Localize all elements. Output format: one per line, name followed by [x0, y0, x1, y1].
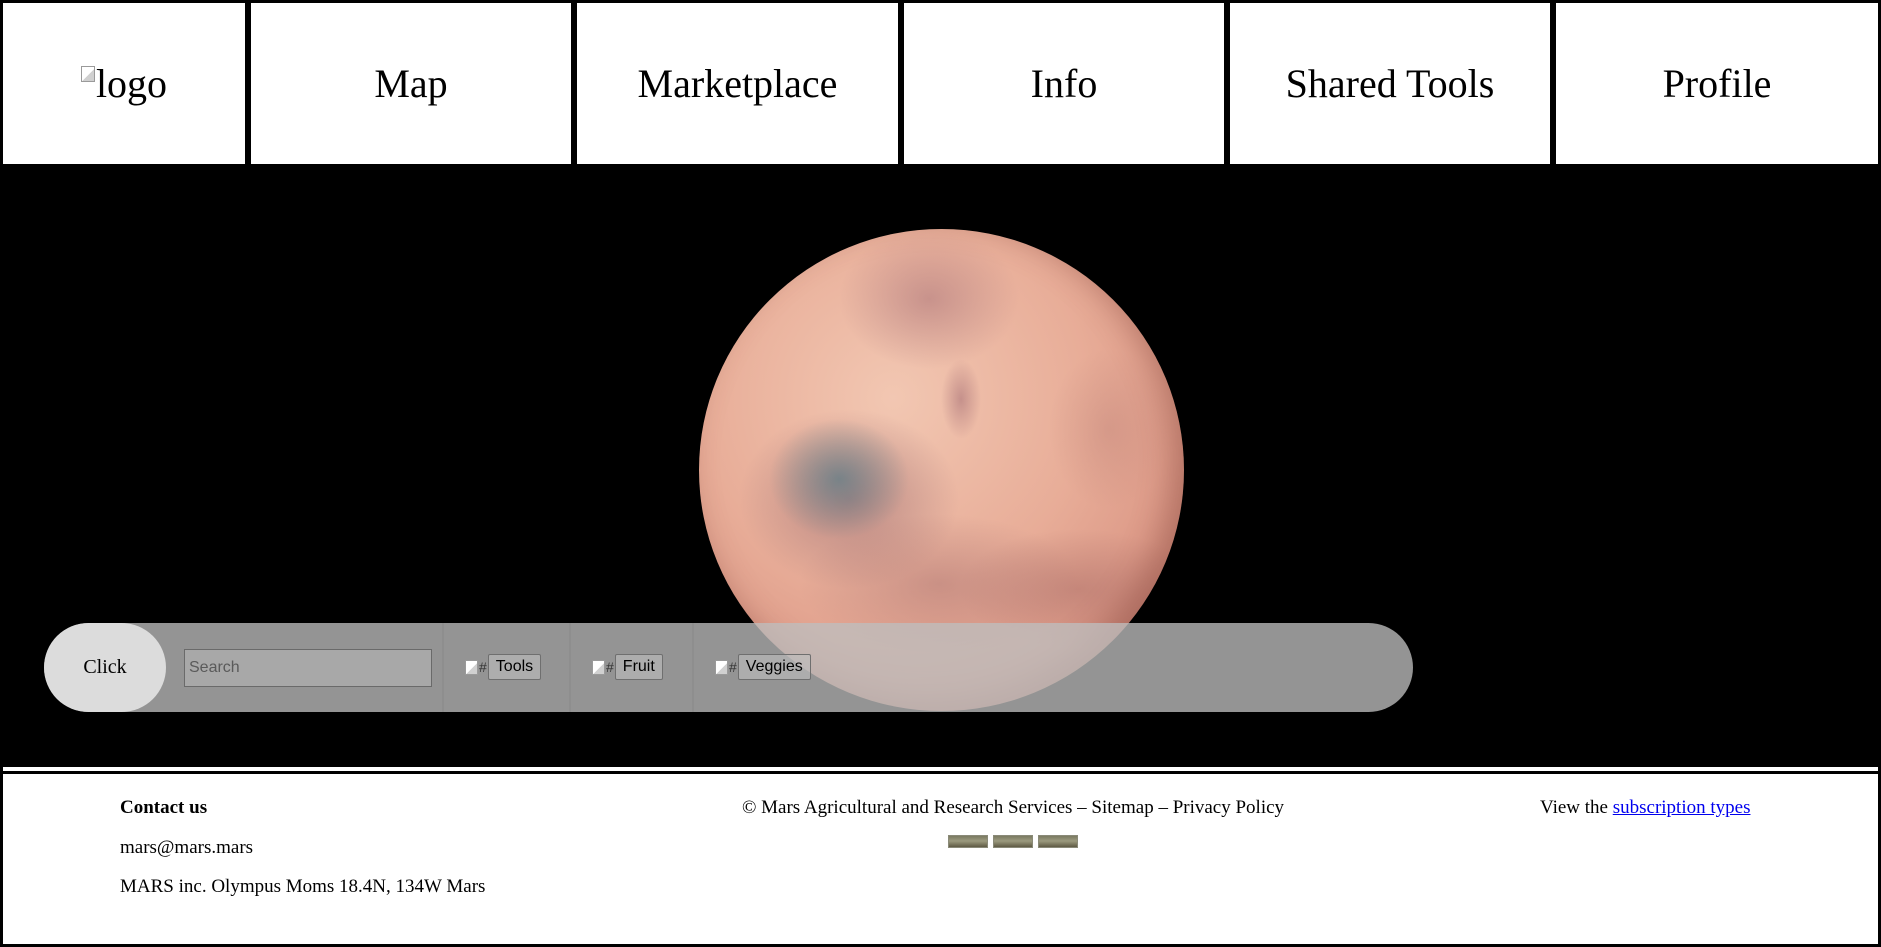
footer: Contact us mars@mars.mars MARS inc. Olym… [3, 774, 1878, 944]
veggies-image-alt: # [729, 659, 737, 675]
tools-button[interactable]: Tools [487, 654, 542, 680]
filter-bar: Click # Tools # Fruit # Veggies [44, 623, 1413, 712]
nav-item-map[interactable]: Map [251, 3, 571, 164]
logo-alt-text: logo [95, 61, 168, 106]
contact-email: mars@mars.mars [120, 837, 254, 858]
footer-center: © Mars Agricultural and Research Service… [553, 797, 1473, 848]
veggies-image: # [715, 659, 737, 675]
broken-image-icon [592, 659, 605, 675]
search-input[interactable] [184, 649, 432, 687]
nav-item-shared-tools[interactable]: Shared Tools [1230, 3, 1550, 164]
footer-contact: Contact us mars@mars.mars MARS inc. Olym… [120, 797, 485, 915]
category-veggies: # Veggies [715, 654, 811, 680]
broken-image-icon [715, 659, 728, 675]
logo-image: logo [80, 60, 168, 107]
click-button[interactable]: Click [44, 623, 166, 712]
fruit-image: # [592, 659, 614, 675]
top-nav: logo Map Marketplace Info Shared Tools P… [3, 3, 1878, 164]
thumbnail-image[interactable] [1038, 835, 1078, 848]
subscription-note: View the subscription types [1540, 797, 1750, 819]
fruit-image-alt: # [606, 659, 614, 675]
logo[interactable]: logo [3, 3, 245, 164]
broken-image-icon [80, 65, 95, 82]
tools-image-alt: # [479, 659, 487, 675]
divider [692, 623, 694, 712]
contact-heading: Contact us [120, 797, 208, 818]
nav-item-profile[interactable]: Profile [1556, 3, 1878, 164]
veggies-button[interactable]: Veggies [737, 654, 811, 680]
tools-image: # [465, 659, 487, 675]
footer-separator [3, 767, 1878, 774]
thumbnail-image[interactable] [948, 835, 988, 848]
thumbnail-image[interactable] [993, 835, 1033, 848]
divider [569, 623, 571, 712]
subscription-prefix: View the [1540, 797, 1613, 818]
contact-address: MARS inc. Olympus Moms 18.4N, 134W Mars [120, 876, 486, 897]
divider [442, 623, 444, 712]
hero-section: Click # Tools # Fruit # Veggies [3, 164, 1878, 767]
subscription-types-link[interactable]: subscription types [1613, 797, 1751, 818]
nav-item-info[interactable]: Info [904, 3, 1224, 164]
broken-image-icon [465, 659, 478, 675]
fruit-button[interactable]: Fruit [614, 654, 663, 680]
copyright-text: © Mars Agricultural and Research Service… [741, 797, 1285, 818]
category-tools: # Tools [465, 654, 542, 680]
nav-item-marketplace[interactable]: Marketplace [577, 3, 898, 164]
thumbnail-strip [553, 835, 1473, 848]
category-fruit: # Fruit [592, 654, 663, 680]
